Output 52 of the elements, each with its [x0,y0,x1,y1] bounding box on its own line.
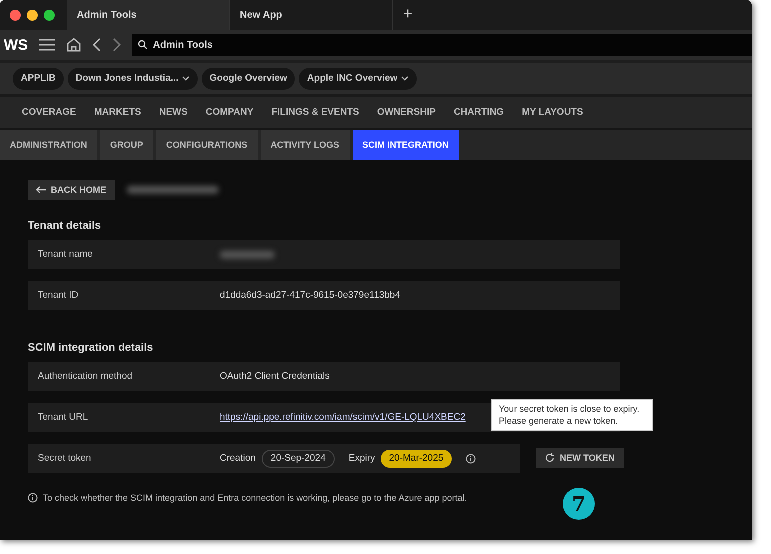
nav-link[interactable]: COVERAGE [22,107,76,118]
creation-label: Creation [220,453,256,464]
new-token-button[interactable]: NEW TOKEN [536,448,624,468]
app-logo: WS [3,36,28,54]
sub-tab[interactable]: SCIM INTEGRATION [352,130,462,160]
nav-link[interactable]: CHARTING [454,107,504,118]
field-label: Tenant URL [38,412,90,423]
minimize-light[interactable] [27,10,38,20]
search-icon [138,40,148,50]
field-value: d1dda6d3-ad27-417c-9615-0e379e113bb4 [220,290,400,301]
nav-link[interactable]: OWNERSHIP [377,107,436,118]
section-title: SCIM integration details [28,342,154,354]
back-icon[interactable] [92,37,102,53]
app-chip[interactable]: Apple INC Overview [299,68,417,90]
tooltip: Your secret token is close to expiry. Please generate a new token. [491,399,653,431]
field-value: OAuth2 Client Credentials [220,371,330,382]
close-light[interactable] [10,10,21,20]
expiry-date: 20-Mar-2025 [381,450,452,468]
sub-tab[interactable]: GROUP [100,130,156,160]
new-tab-button[interactable]: + [393,0,423,30]
field-label: Secret token [38,453,92,464]
field-label: Authentication method [38,371,134,382]
expiry-label: Expiry [348,453,376,464]
nav-link[interactable]: COMPANY [206,107,254,118]
callout-number: 7 [563,488,595,520]
info-icon [466,454,476,464]
nav-link[interactable]: MY LAYOUTS [522,107,584,118]
field-label: Tenant ID [38,290,80,301]
arrow-left-icon [36,186,47,194]
nav-link[interactable]: NEWS [159,107,188,118]
sub-tab[interactable]: ACTIVITY LOGS [260,130,353,160]
search-field[interactable]: Admin Tools [132,34,752,56]
section-title: Tenant details [28,220,102,232]
nav-link[interactable]: FILINGS & EVENTS [272,107,360,118]
info-icon [28,493,38,503]
menu-icon[interactable] [38,38,56,52]
tenant-url-link[interactable]: https://api.ppe.refinitiv.com/iam/scim/v1/GE-LQLU4XBEC2 [220,412,466,423]
info-note: To check whether the SCIM integration and Entra connection is working, please go to the Azure app portal. [43,493,468,503]
sub-tab[interactable]: ADMINISTRATION [0,130,100,160]
window-tab[interactable]: Admin Tools [67,0,230,30]
app-chip[interactable]: APPLIB [13,68,64,90]
sub-tab[interactable]: CONFIGURATIONS [156,130,261,160]
creation-date: 20-Sep-2024 [262,450,335,468]
forward-icon[interactable] [112,37,122,53]
app-chip[interactable]: Google Overview [202,68,296,90]
zoom-light[interactable] [44,10,55,20]
back-home-button[interactable]: BACK HOME [28,180,114,200]
home-icon[interactable] [66,37,82,53]
nav-link[interactable]: MARKETS [94,107,142,118]
app-chip[interactable]: Down Jones Industia... [68,68,198,90]
refresh-icon [545,453,555,463]
field-label: Tenant name [38,249,94,260]
